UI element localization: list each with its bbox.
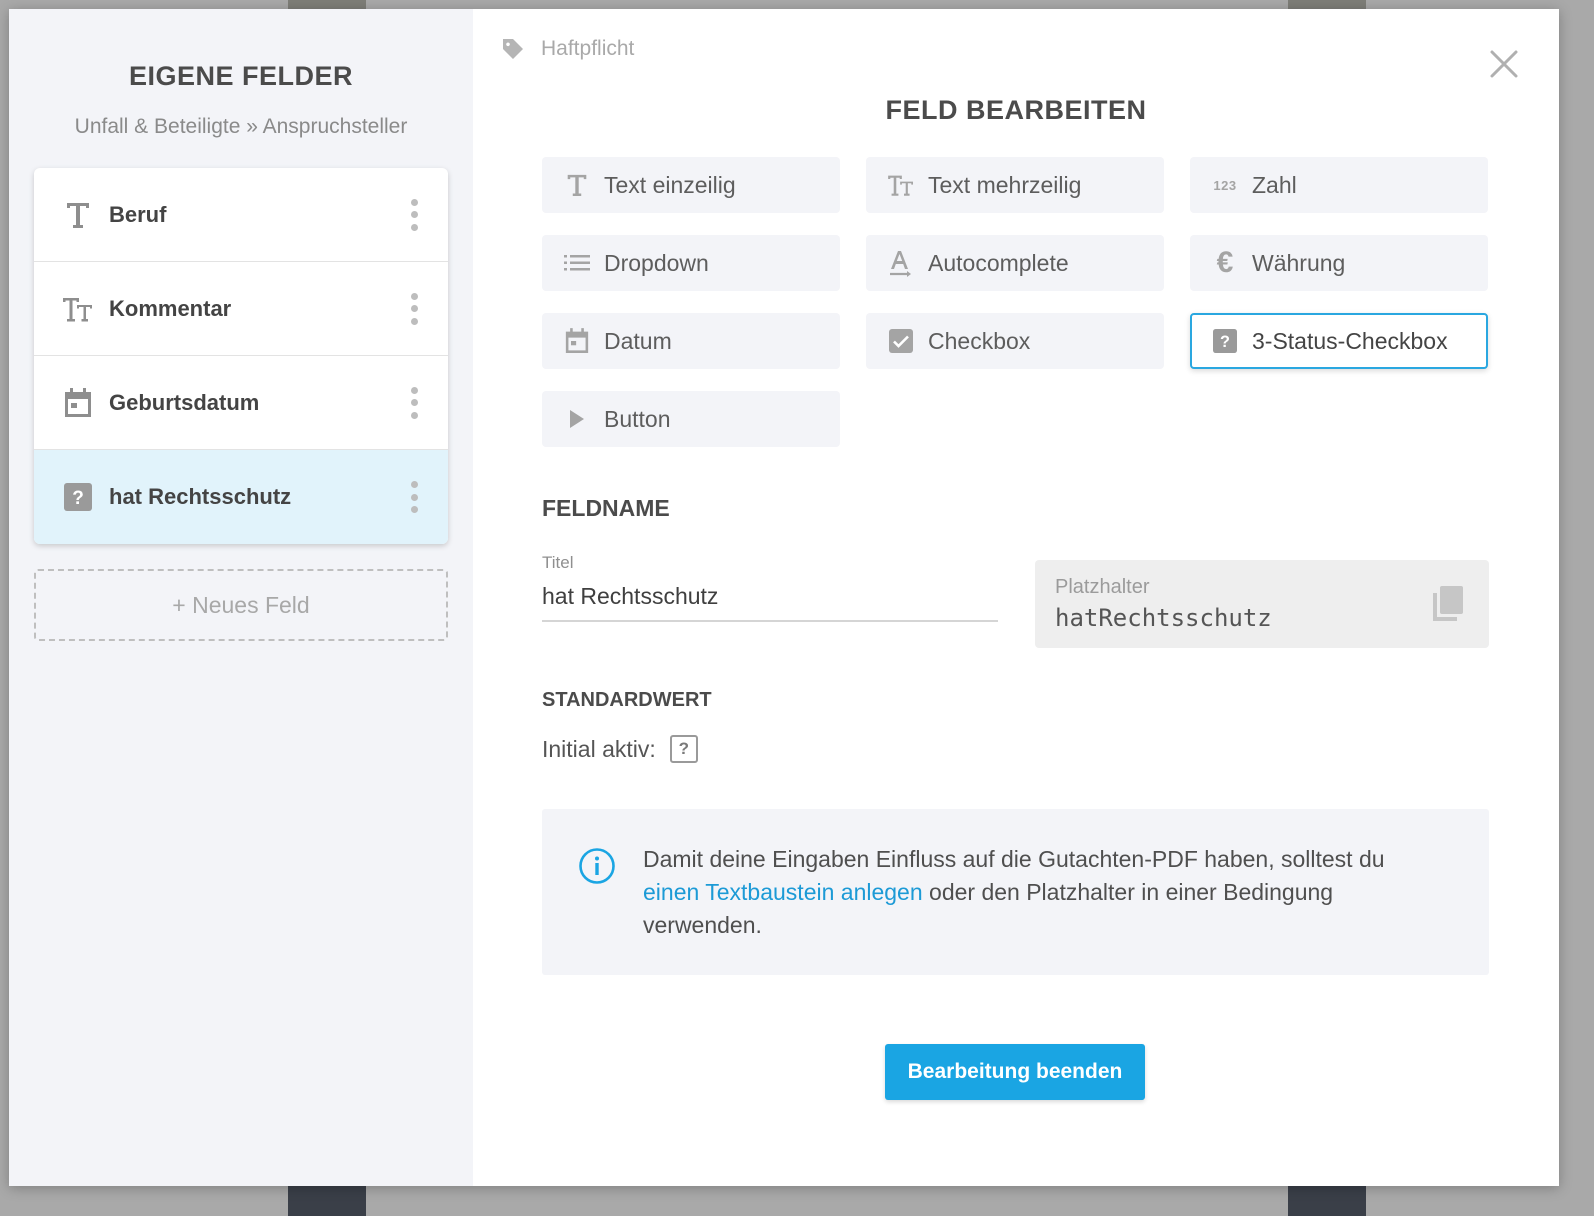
sidebar-breadcrumb: Unfall & Beteiligte » Anspruchsteller xyxy=(74,115,408,138)
type-label: Zahl xyxy=(1252,171,1297,198)
type-label: Checkbox xyxy=(928,327,1031,354)
field-item-kommentar[interactable]: Kommentar xyxy=(34,262,448,356)
field-item-geburtsdatum[interactable]: Geburtsdatum xyxy=(34,356,448,450)
type-label: Text mehrzeilig xyxy=(928,171,1082,198)
type-label: Währung xyxy=(1252,249,1346,276)
copy-icon[interactable] xyxy=(1429,584,1465,624)
backdrop-strip xyxy=(288,1186,366,1216)
fieldname-heading: FELDNAME xyxy=(542,495,670,521)
type-autocomplete-button[interactable]: Autocomplete xyxy=(866,235,1164,291)
type-button-button[interactable]: Button xyxy=(542,391,840,447)
close-icon[interactable] xyxy=(1489,49,1519,79)
info-box: Damit deine Eingaben Einfluss auf die Gu… xyxy=(542,809,1489,975)
create-textbaustein-link[interactable]: einen Textbaustein anlegen xyxy=(643,879,923,905)
info-icon xyxy=(579,848,615,884)
type-label: Text einzeilig xyxy=(604,171,736,198)
info-text: Damit deine Eingaben Einfluss auf die Gu… xyxy=(643,843,1443,942)
type-number-button[interactable]: 123 Zahl xyxy=(1190,157,1488,213)
type-label: Autocomplete xyxy=(928,249,1069,276)
text-multi-icon xyxy=(886,170,916,200)
more-vertical-icon[interactable] xyxy=(408,198,420,231)
autocomplete-icon xyxy=(886,248,916,278)
initial-active-row: Initial aktiv: ? xyxy=(542,735,698,763)
placeholder-value: hatRechtsschutz xyxy=(1055,604,1272,632)
field-item-label: hat Rechtsschutz xyxy=(109,484,292,509)
new-field-button[interactable]: + Neues Feld xyxy=(34,569,448,641)
initial-active-tristate-checkbox[interactable]: ? xyxy=(669,735,698,763)
type-text-multi-button[interactable]: Text mehrzeilig xyxy=(866,157,1164,213)
list-icon xyxy=(562,248,592,278)
type-checkbox-button[interactable]: Checkbox xyxy=(866,313,1164,369)
type-label: Dropdown xyxy=(604,249,709,276)
text-single-icon xyxy=(62,199,94,231)
field-item-label: Kommentar xyxy=(109,295,232,321)
svg-text:?: ? xyxy=(72,488,84,509)
type-currency-button[interactable]: € Währung xyxy=(1190,235,1488,291)
field-editor: Haftpflicht FELD BEARBEITEN Text einzeil… xyxy=(473,9,1559,1186)
default-value-heading: STANDARDWERT xyxy=(542,689,712,711)
field-item-label: Geburtsdatum xyxy=(109,389,260,415)
type-date-button[interactable]: Datum xyxy=(542,313,840,369)
more-vertical-icon[interactable] xyxy=(408,292,420,325)
question-box-icon: ? xyxy=(62,481,94,513)
field-item-label: Beruf xyxy=(109,201,167,227)
calendar-icon xyxy=(62,387,94,419)
backdrop-strip xyxy=(1288,0,1366,9)
type-label: Button xyxy=(604,405,671,432)
edit-field-modal: EIGENE FELDER Unfall & Beteiligte » Ansp… xyxy=(9,9,1559,1186)
tag-icon xyxy=(503,39,523,59)
sidebar-title: EIGENE FELDER xyxy=(128,61,354,91)
type-tristate-checkbox-button[interactable]: ? 3-Status-Checkbox xyxy=(1190,313,1488,369)
text-single-icon xyxy=(562,170,592,200)
field-item-beruf[interactable]: Beruf xyxy=(34,168,448,262)
editor-title: FELD BEARBEITEN xyxy=(885,95,1147,125)
type-dropdown-button[interactable]: Dropdown xyxy=(542,235,840,291)
field-item-hat-rechtsschutz[interactable]: ? hat Rechtsschutz xyxy=(34,450,448,544)
type-text-single-button[interactable]: Text einzeilig xyxy=(542,157,840,213)
info-text-before: Damit deine Eingaben Einfluss auf die Gu… xyxy=(643,846,1385,872)
field-list: Beruf Kommentar Geburtsdatum ? hat Recht… xyxy=(34,168,448,544)
backdrop-strip xyxy=(288,0,366,9)
category-label: Haftpflicht xyxy=(541,37,635,60)
title-input[interactable] xyxy=(542,581,998,622)
calendar-icon xyxy=(562,326,592,356)
more-vertical-icon[interactable] xyxy=(408,386,420,419)
number-icon: 123 xyxy=(1213,177,1237,193)
backdrop-strip xyxy=(1288,1186,1366,1216)
finish-editing-button[interactable]: Bearbeitung beenden xyxy=(885,1044,1145,1100)
checkbox-icon xyxy=(886,326,916,356)
type-label: 3-Status-Checkbox xyxy=(1252,327,1448,354)
text-multi-icon xyxy=(62,293,94,325)
type-label: Datum xyxy=(604,327,672,354)
title-field: Titel xyxy=(542,553,998,622)
euro-icon: € xyxy=(1216,246,1234,279)
placeholder-label: Platzhalter xyxy=(1055,576,1150,598)
play-icon xyxy=(562,404,592,434)
initial-active-label: Initial aktiv: xyxy=(542,735,656,762)
field-type-grid: Text einzeilig Text mehrzeilig 123 Zahl … xyxy=(542,157,1489,447)
custom-fields-sidebar: EIGENE FELDER Unfall & Beteiligte » Ansp… xyxy=(9,9,473,1186)
category-breadcrumb: Haftpflicht xyxy=(501,37,634,61)
title-label: Titel xyxy=(542,553,574,572)
question-box-icon: ? xyxy=(1210,326,1240,356)
placeholder-field: Platzhalter hatRechtsschutz xyxy=(1035,560,1489,648)
more-vertical-icon[interactable] xyxy=(408,481,420,513)
svg-text:?: ? xyxy=(1220,333,1230,351)
